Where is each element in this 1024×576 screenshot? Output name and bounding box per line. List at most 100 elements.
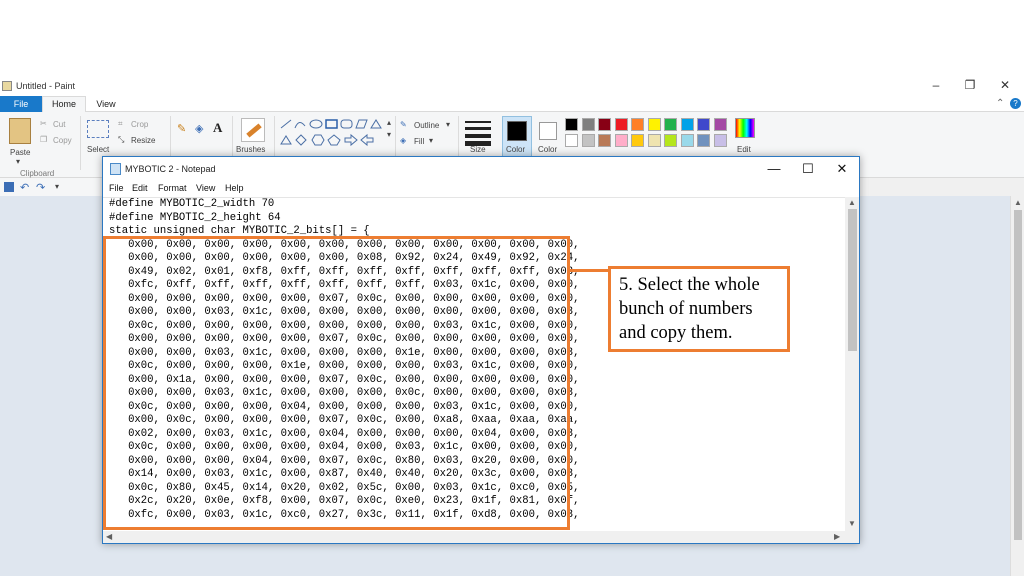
menu-file[interactable]: File: [109, 183, 124, 193]
palette-swatch[interactable]: [565, 134, 578, 147]
paint-title-bar: Untitled - Paint – ❐ ✕: [0, 76, 1024, 96]
brushes-button[interactable]: Brushes: [236, 145, 265, 154]
tab-home[interactable]: Home: [42, 96, 86, 113]
tab-file[interactable]: File: [0, 96, 42, 112]
paint-minimize-icon[interactable]: –: [926, 78, 946, 92]
fill-button[interactable]: Fill: [414, 137, 424, 146]
palette-swatch[interactable]: [614, 118, 628, 131]
palette-swatch[interactable]: [631, 118, 644, 131]
palette-swatch[interactable]: [680, 134, 694, 147]
menu-edit[interactable]: Edit: [132, 183, 148, 193]
notepad-scroll-corner: [845, 531, 859, 543]
scroll-up-icon[interactable]: ▲: [848, 198, 856, 207]
ribbon-collapse-icon[interactable]: ⌃: [996, 98, 1004, 109]
outline-dropdown-icon[interactable]: ▾: [446, 120, 450, 129]
paint-scroll-thumb[interactable]: [1014, 210, 1022, 540]
quick-access-toolbar: ↶ ↷ ▾: [0, 178, 100, 196]
shapes-gallery[interactable]: [279, 118, 385, 148]
copy-icon: ❐: [40, 135, 48, 144]
palette-swatch[interactable]: [697, 134, 710, 147]
paint-title: Untitled - Paint: [16, 81, 76, 91]
brushes-icon: [241, 118, 265, 142]
palette-swatch[interactable]: [680, 118, 694, 131]
palette-swatch[interactable]: [598, 118, 611, 131]
palette-swatch[interactable]: [565, 118, 578, 131]
selection-highlight-box: [103, 236, 570, 530]
save-icon[interactable]: [4, 182, 14, 192]
color2-label: Color: [538, 145, 558, 154]
menu-view[interactable]: View: [196, 183, 215, 193]
instruction-callout: 5. Select the whole bunch of numbers and…: [608, 266, 790, 352]
clipboard-group-label: Clipboard: [20, 169, 55, 178]
scroll-left-icon[interactable]: ◀: [106, 532, 112, 541]
redo-icon[interactable]: ↷: [36, 181, 45, 194]
palette-swatch[interactable]: [631, 134, 644, 147]
select-icon: [87, 120, 109, 138]
callout-line: and copy them.: [619, 323, 733, 343]
notepad-vertical-scrollbar[interactable]: ▲ ▼: [845, 197, 859, 531]
notepad-scroll-thumb[interactable]: [848, 209, 857, 351]
help-icon[interactable]: ?: [1010, 98, 1021, 109]
edit-colors-button[interactable]: Edit: [737, 145, 751, 154]
notepad-maximize-icon[interactable]: ☐: [791, 160, 825, 178]
palette-swatch[interactable]: [664, 134, 677, 147]
palette-swatch[interactable]: [713, 118, 727, 131]
callout-line: bunch of numbers: [619, 299, 753, 319]
scroll-down-icon[interactable]: ▼: [848, 519, 856, 528]
menu-help[interactable]: Help: [225, 183, 244, 193]
paste-button[interactable]: Paste: [10, 148, 30, 157]
palette-swatch[interactable]: [697, 118, 710, 131]
notepad-text-line: #define MYBOTIC_2_width 70: [109, 198, 275, 210]
notepad-horizontal-scrollbar[interactable]: ◀ ▶: [103, 531, 845, 543]
paint-restore-icon[interactable]: ❐: [960, 78, 980, 92]
copy-button[interactable]: Copy: [53, 136, 72, 145]
color2-button[interactable]: [539, 122, 557, 140]
paint-close-icon[interactable]: ✕: [995, 78, 1015, 92]
qat-customize-icon[interactable]: ▾: [55, 182, 59, 191]
ribbon-separator: [80, 116, 81, 170]
notepad-text-line: #define MYBOTIC_2_height 64: [109, 211, 281, 224]
palette-swatch[interactable]: [647, 134, 661, 147]
scroll-right-icon[interactable]: ▶: [834, 532, 840, 541]
palette-swatch[interactable]: [664, 118, 677, 131]
resize-icon: ⤡: [118, 135, 125, 144]
palette-swatch[interactable]: [647, 118, 661, 131]
paint-app-icon: [2, 81, 12, 91]
crop-button[interactable]: Crop: [131, 120, 148, 129]
edit-colors-icon: [735, 118, 755, 138]
notepad-close-icon[interactable]: ✕: [825, 160, 859, 178]
cut-button[interactable]: Cut: [53, 120, 65, 129]
palette-swatch[interactable]: [713, 134, 727, 147]
undo-icon[interactable]: ↶: [20, 181, 29, 194]
notepad-minimize-icon[interactable]: —: [757, 160, 791, 178]
fill-bucket-icon[interactable]: ◈: [195, 122, 203, 135]
palette-swatch[interactable]: [614, 134, 628, 147]
paste-dropdown-icon[interactable]: ▾: [16, 157, 20, 166]
outline-icon: ✎: [400, 120, 407, 129]
outline-button[interactable]: Outline: [414, 121, 439, 130]
palette-swatch[interactable]: [581, 134, 595, 147]
size-button[interactable]: Size: [470, 145, 486, 154]
fill-icon: ◈: [400, 136, 407, 145]
select-button[interactable]: Select: [87, 145, 109, 154]
cut-icon: ✂: [40, 119, 47, 128]
menu-format[interactable]: Format: [158, 183, 187, 193]
size-icon: [465, 118, 491, 146]
notepad-menu-bar: File Edit Format View Help: [103, 181, 859, 197]
palette-swatch[interactable]: [581, 118, 595, 131]
resize-button[interactable]: Resize: [131, 136, 155, 145]
tab-view[interactable]: View: [88, 96, 124, 112]
fill-dropdown-icon[interactable]: ▾: [429, 136, 433, 145]
paint-vertical-scrollbar[interactable]: ▲: [1010, 196, 1024, 576]
scroll-up-icon[interactable]: ▲: [1014, 198, 1022, 207]
paint-menu-bar: File Home View ⌃ ?: [0, 96, 1024, 113]
palette-swatch[interactable]: [598, 134, 611, 147]
shapes-scroll-down-icon[interactable]: ▾: [387, 130, 391, 139]
notepad-title-bar[interactable]: MYBOTIC 2 - Notepad — ☐ ✕: [103, 157, 859, 181]
pencil-icon[interactable]: ✎: [177, 122, 186, 135]
notepad-app-icon: [110, 163, 121, 175]
text-tool-icon[interactable]: A: [213, 120, 222, 136]
shapes-scroll-up-icon[interactable]: ▴: [387, 118, 391, 127]
notepad-title: MYBOTIC 2 - Notepad: [125, 164, 216, 174]
color1-label: Color: [506, 145, 526, 154]
